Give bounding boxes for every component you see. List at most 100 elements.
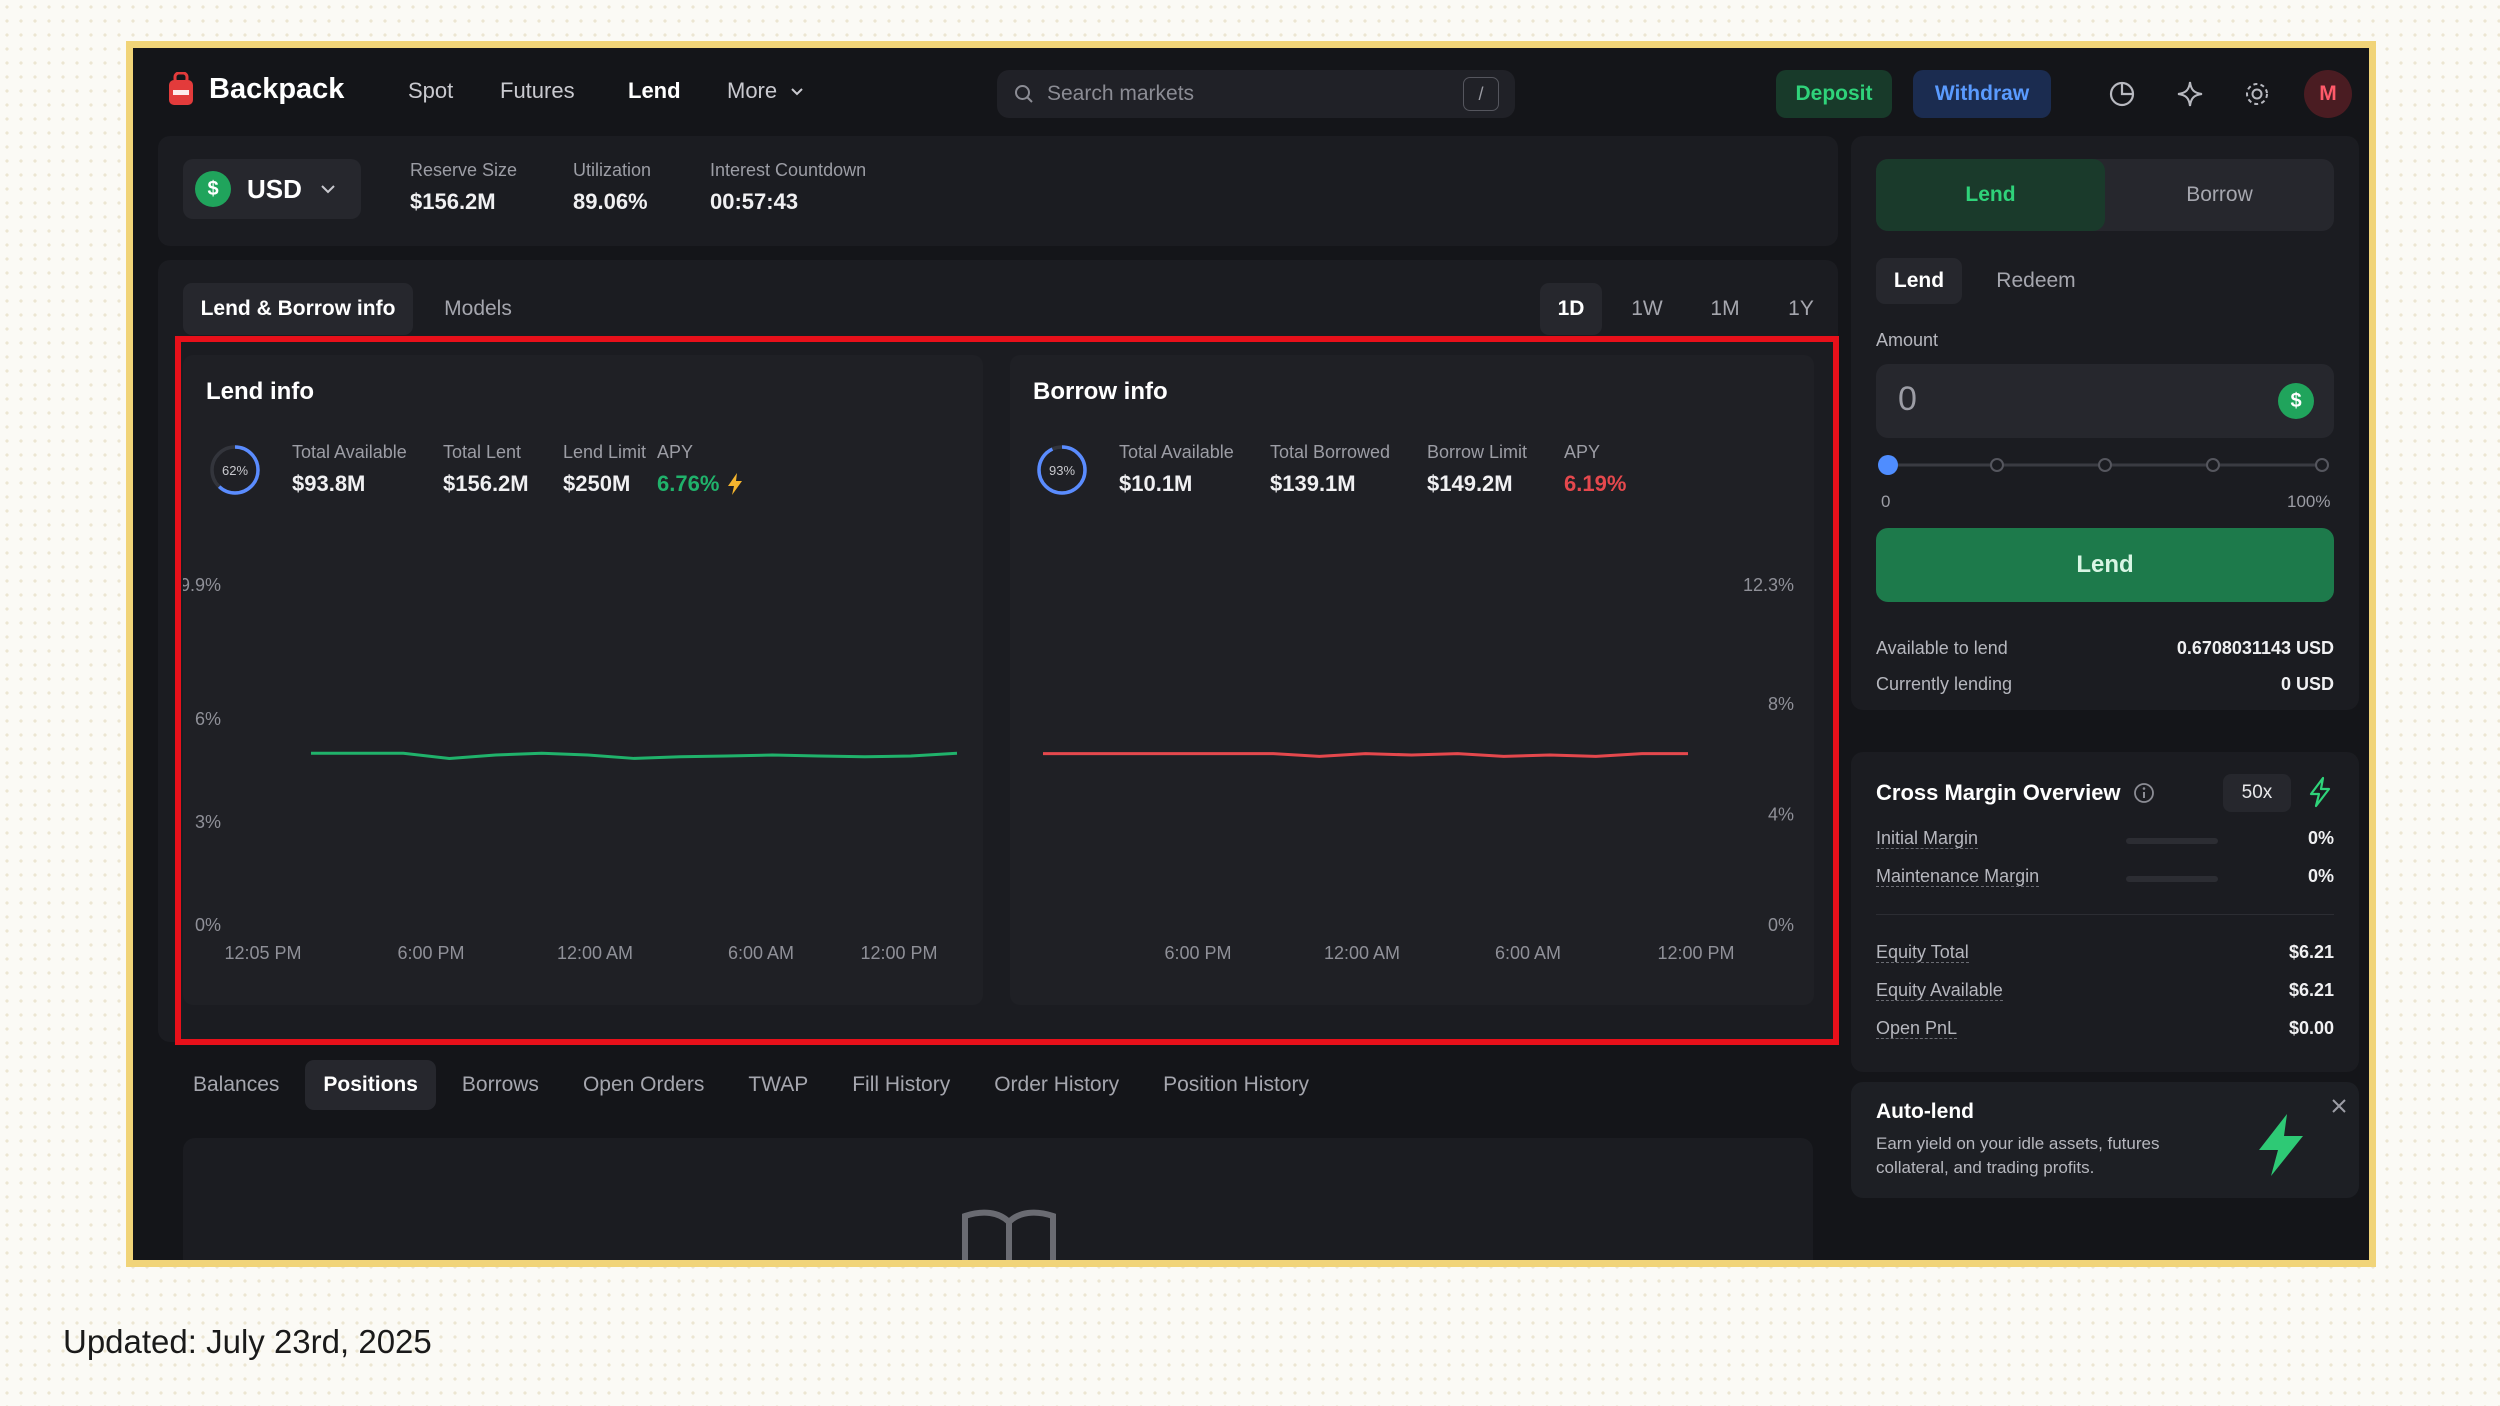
nav-more-label: More [727,78,778,103]
currency-label: USD [247,173,302,204]
amount-value: 0 [1898,380,1917,418]
row-value: $0.00 [2288,1018,2334,1038]
nav-more[interactable]: More [727,78,805,105]
row-label: Equity Total [1876,942,1969,963]
tab-fill-history[interactable]: Fill History [834,1060,968,1110]
row-value: 0% [2307,828,2334,848]
chevron-down-icon [789,79,805,105]
leverage-button[interactable]: 50x [2223,774,2291,812]
chevron-down-icon [318,179,338,199]
range-1y[interactable]: 1Y [1770,283,1832,335]
divider [1876,914,2334,915]
brand-name: Backpack [209,72,345,105]
lend-panel: Lend Borrow Lend Redeem Amount 0 $ 0 100… [1851,136,2359,710]
subtab-redeem[interactable]: Redeem [1976,258,2096,304]
amount-input[interactable]: 0 $ [1876,364,2334,438]
close-icon[interactable] [2329,1096,2349,1121]
toggle-lend[interactable]: Lend [1876,159,2105,231]
row-label: Maintenance Margin [1876,866,2040,887]
nav-lend[interactable]: Lend [628,78,681,104]
withdraw-button[interactable]: Withdraw [1913,70,2051,118]
subtab-lend[interactable]: Lend [1876,258,1962,304]
stat-interest-countdown: Interest Countdown 00:57:43 [710,160,866,215]
tab-models[interactable]: Models [428,283,528,335]
positions-panel [183,1138,1813,1260]
row-label: Open PnL [1876,1018,1958,1039]
range-1d[interactable]: 1D [1540,283,1602,335]
lend-row-available: Available to lend 0.6708031143 USD [1876,638,2334,659]
tab-borrows[interactable]: Borrows [444,1060,557,1110]
gear-icon[interactable] [2240,77,2274,111]
autolend-line1: Earn yield on your idle assets, futures [1876,1134,2160,1153]
lend-submit-button[interactable]: Lend [1876,528,2334,602]
tab-twap[interactable]: TWAP [730,1060,826,1110]
range-1w[interactable]: 1W [1616,283,1678,335]
autolend-line2: collateral, and trading profits. [1876,1158,2095,1177]
tab-position-history[interactable]: Position History [1145,1060,1327,1110]
equity-row-available: Equity Available $6.21 [1876,980,2334,1004]
asset-bar: $ USD Reserve Size $156.2M Utilization 8… [158,136,1838,246]
nav-futures[interactable]: Futures [500,78,575,104]
sparkle-icon[interactable] [2173,77,2207,111]
dollar-coin-icon: $ [195,171,231,207]
stat-value: 89.06% [573,189,648,214]
row-value: 0% [2307,866,2334,886]
row-label: Initial Margin [1876,828,1979,849]
lend-borrow-toggle: Lend Borrow [1876,159,2334,231]
updated-caption: Updated: July 23rd, 2025 [63,1323,432,1360]
lightning-icon[interactable] [2305,776,2335,813]
tab-open-orders[interactable]: Open Orders [565,1060,722,1110]
stat-utilization: Utilization 89.06% [573,160,651,215]
stat-value: 00:57:43 [710,189,799,214]
tab-positions[interactable]: Positions [305,1060,436,1110]
row-value: 0.6708031143 USD [2176,638,2334,658]
lightning-icon [2251,1112,2311,1183]
row-value: $6.21 [2288,980,2334,1000]
bottom-tabs: Balances Positions Borrows Open Orders T… [175,1060,1327,1110]
tab-lend-borrow-info[interactable]: Lend & Borrow info [183,283,413,335]
amount-label: Amount [1876,330,1939,350]
avatar[interactable]: M [2304,70,2352,118]
stat-label: Reserve Size [410,160,518,180]
stat-label: Utilization [573,160,652,180]
amount-slider[interactable] [1876,452,2334,478]
row-label: Currently lending [1876,674,2013,694]
row-value: $6.21 [2288,942,2334,962]
highlight-box [175,336,1839,1045]
margin-bar [2126,876,2218,882]
margin-row-initial: Initial Margin 0% [1876,828,2334,852]
row-label: Equity Available [1876,980,2003,1001]
row-label: Available to lend [1876,638,2008,658]
deposit-button[interactable]: Deposit [1776,70,1892,118]
margin-row-maintenance: Maintenance Margin 0% [1876,866,2334,890]
currency-selector[interactable]: $ USD [183,159,361,219]
stat-label: Interest Countdown [710,160,867,180]
brand-logo[interactable]: Backpack [167,71,345,106]
range-1m[interactable]: 1M [1694,283,1756,335]
slider-min-label: 0 [1881,492,1891,511]
backpack-logo-icon [167,71,195,106]
equity-row-pnl: Open PnL $0.00 [1876,1018,2334,1042]
cross-margin-panel: Cross Margin Overview 50x Initial Margin… [1851,752,2359,1072]
stat-reserve-size: Reserve Size $156.2M [410,160,517,215]
equity-row-total: Equity Total $6.21 [1876,942,2334,966]
row-value: 0 USD [2280,674,2334,694]
empty-book-icon [961,1208,1057,1260]
lend-row-currently: Currently lending 0 USD [1876,674,2334,695]
search-input[interactable]: Search markets / [997,70,1515,118]
search-placeholder: Search markets [1047,82,1195,105]
margin-bar [2126,838,2218,844]
app-window: Backpack Spot Futures Lend More Search m… [126,41,2376,1267]
slider-max-label: 100% [2287,492,2331,511]
margin-title: Cross Margin Overview [1876,780,2121,805]
nav-spot[interactable]: Spot [408,78,453,104]
pie-chart-icon[interactable] [2105,77,2139,111]
toggle-borrow[interactable]: Borrow [2105,159,2334,231]
autolend-banner[interactable]: Auto-lend Earn yield on your idle assets… [1851,1082,2359,1198]
info-icon[interactable] [2133,782,2155,804]
search-icon [1013,83,1035,105]
dollar-coin-icon: $ [2278,383,2314,419]
autolend-title: Auto-lend [1876,1100,1974,1123]
tab-balances[interactable]: Balances [175,1060,297,1110]
tab-order-history[interactable]: Order History [976,1060,1137,1110]
